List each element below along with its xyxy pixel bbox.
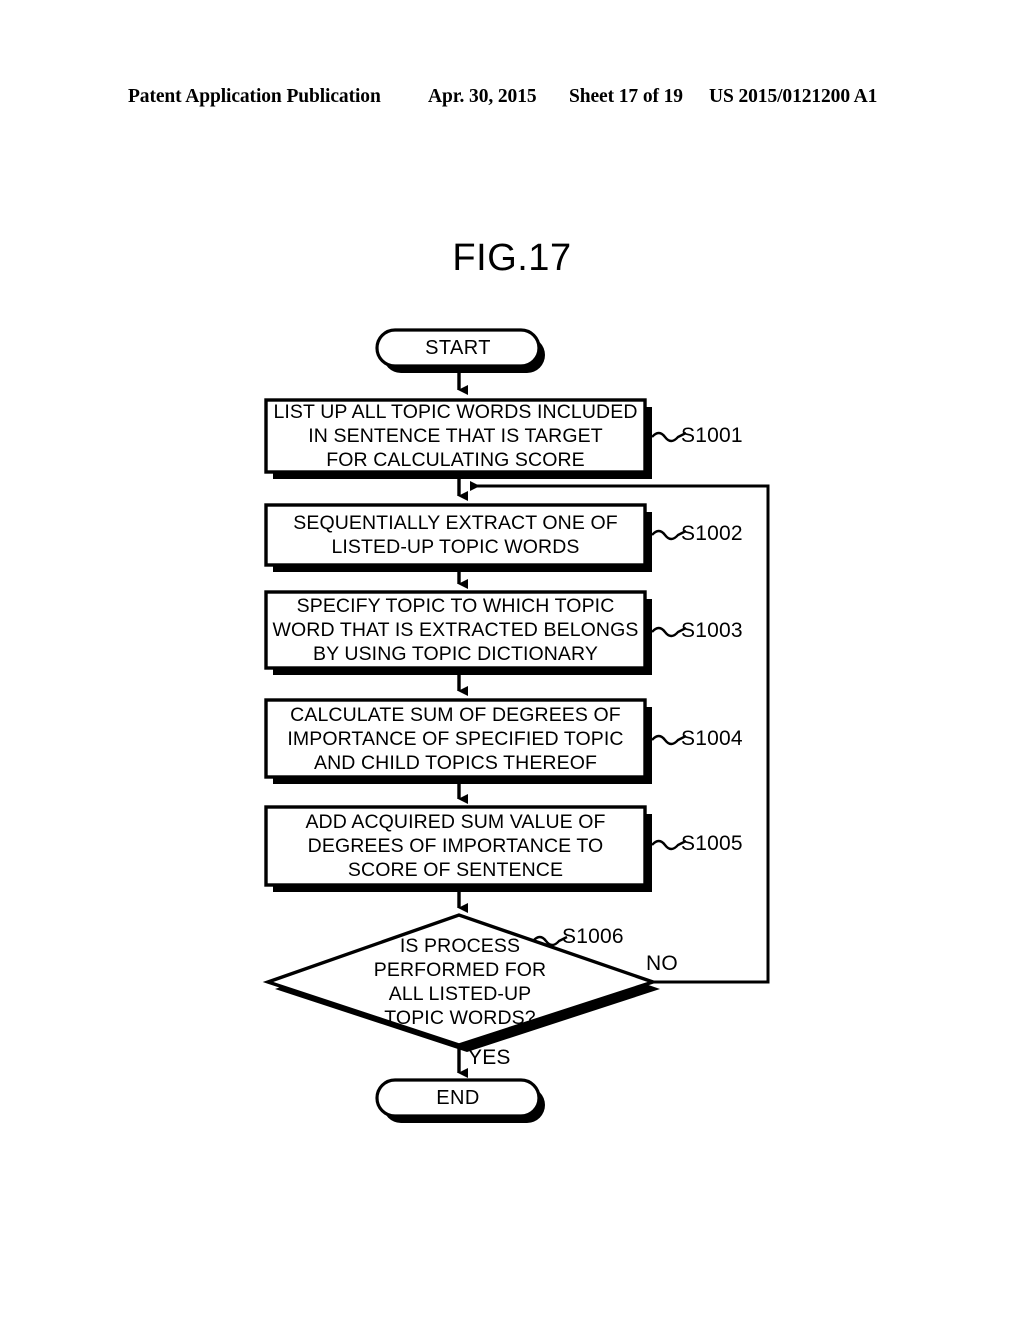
process-box-s1001	[264, 398, 647, 474]
step-ref-s1006: S1006	[562, 925, 624, 948]
step-ref-s1004: S1004	[681, 727, 743, 750]
branch-label-no: NO	[646, 952, 678, 975]
process-box-s1004	[264, 698, 647, 779]
process-box-s1003	[264, 590, 647, 670]
step-ref-s1005: S1005	[681, 832, 743, 855]
step-ref-s1001: S1001	[681, 424, 743, 447]
process-box-s1002	[264, 503, 647, 567]
branch-label-yes: YES	[468, 1046, 511, 1069]
process-box-s1005	[264, 805, 647, 887]
flowchart-diagram: START LIST UP ALL TOPIC WORDS INCLUDED I…	[0, 0, 1024, 1320]
step-ref-s1002: S1002	[681, 522, 743, 545]
step-ref-s1003: S1003	[681, 619, 743, 642]
end-terminal	[375, 1078, 541, 1118]
flowchart-svg	[262, 328, 770, 1123]
start-terminal	[375, 328, 541, 368]
